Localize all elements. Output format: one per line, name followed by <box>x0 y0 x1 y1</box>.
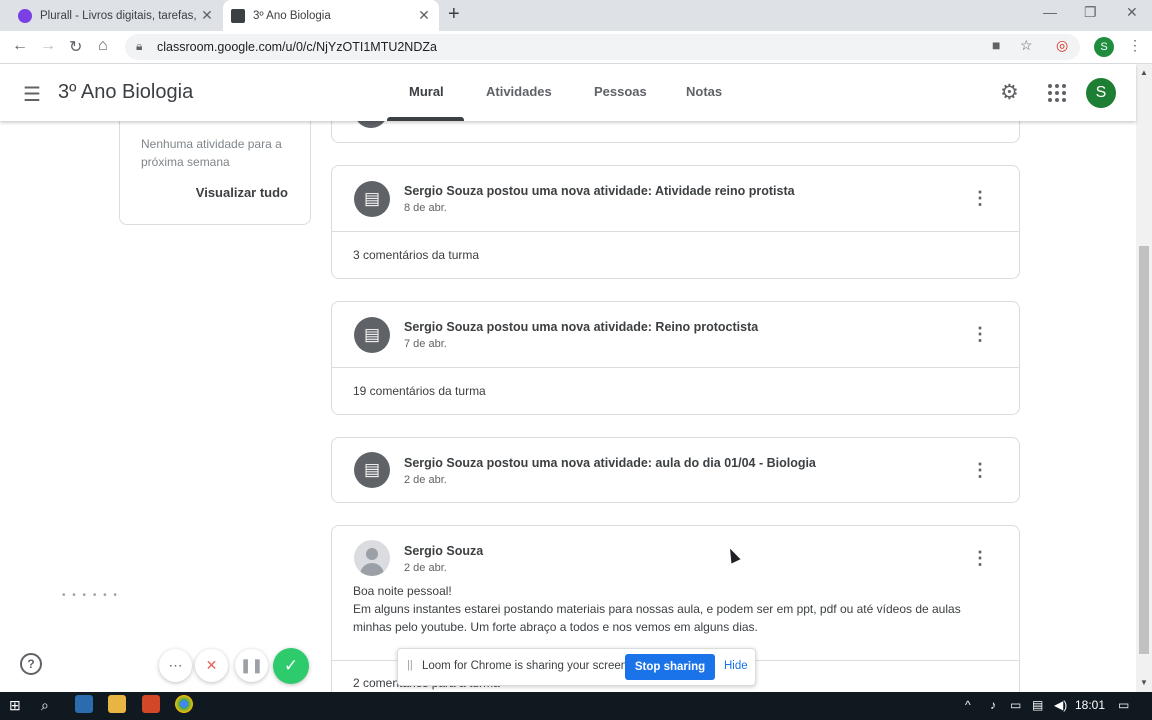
class-comments-link[interactable]: 19 comentários da turma <box>353 384 486 398</box>
network-icon[interactable]: ▤ <box>1032 698 1043 712</box>
extension-icon[interactable]: ◎ <box>1056 37 1068 54</box>
post-author[interactable]: Sergio Souza <box>404 544 483 558</box>
close-window-icon[interactable]: ✕ <box>1126 4 1138 21</box>
browser-tab-plurall[interactable]: Plurall - Livros digitais, tarefas, tu ✕ <box>10 0 222 31</box>
card-date: 8 de abr. <box>404 202 447 214</box>
post-message: Em alguns instantes estarei postando mat… <box>353 602 961 634</box>
assignment-icon: ▤ <box>354 181 390 217</box>
tab-title: Plurall - Livros digitais, tarefas, tu <box>40 9 198 22</box>
minimize-icon[interactable]: — <box>1043 4 1057 20</box>
divider <box>332 231 1019 232</box>
scroll-up-icon[interactable]: ▲ <box>1140 68 1148 77</box>
upcoming-panel: Nenhuma atividade para a próxima semana … <box>119 110 311 225</box>
tab-atividades[interactable]: Atividades <box>486 84 552 99</box>
classroom-favicon-icon <box>231 8 245 23</box>
loom-drag-handle[interactable]: • • • • • • <box>62 590 119 601</box>
browser-toolbar: ← → ↻ ⌂ 🔒︎ classroom.google.com/u/0/c/Nj… <box>0 31 1152 64</box>
windows-start-icon[interactable]: ⊞ <box>9 697 21 714</box>
camera-icon[interactable]: ■ <box>992 37 1000 53</box>
tab-notas[interactable]: Notas <box>686 84 722 99</box>
windows-taskbar: ⊞ ⌕ ^ ♪ ▭ ▤ ◀) 18:01 ▭ <box>0 692 1152 720</box>
more-options-icon[interactable]: ⋮ <box>971 188 989 209</box>
tab-pessoas[interactable]: Pessoas <box>594 84 647 99</box>
card-title[interactable]: Sergio Souza postou uma nova atividade: … <box>404 184 795 198</box>
browser-tab-classroom[interactable]: 3º Ano Biologia ✕ <box>223 0 439 31</box>
browser-menu-icon[interactable]: ⋮ <box>1128 37 1142 54</box>
divider <box>332 367 1019 368</box>
search-icon[interactable]: ⌕ <box>41 697 49 714</box>
forward-icon[interactable]: → <box>40 37 56 55</box>
tab-title: 3º Ano Biologia <box>253 9 331 22</box>
loom-finish-button[interactable]: ✓ <box>273 648 309 684</box>
main-menu-icon[interactable]: ☰ <box>23 82 41 107</box>
stream-card[interactable]: ▤ Sergio Souza postou uma nova atividade… <box>331 437 1020 503</box>
reload-icon[interactable]: ↻ <box>69 37 82 57</box>
browser-tab-strip: Plurall - Livros digitais, tarefas, tu ✕… <box>0 0 1152 31</box>
loom-cancel-button[interactable]: ✕ <box>195 649 228 682</box>
tray-expand-icon[interactable]: ^ <box>965 698 971 712</box>
page-scrollbar[interactable]: ▲ ▼ <box>1136 64 1152 692</box>
tab-mural[interactable]: Mural <box>409 84 444 99</box>
sharing-message: Loom for Chrome is sharing your screen. <box>422 660 631 672</box>
more-options-icon[interactable]: ⋮ <box>971 324 989 345</box>
home-icon[interactable]: ⌂ <box>98 37 108 55</box>
battery-icon[interactable]: ▭ <box>1010 698 1021 712</box>
stream-card[interactable]: ▤ Sergio Souza postou uma nova atividade… <box>331 165 1020 279</box>
assignment-icon: ▤ <box>354 317 390 353</box>
gear-icon[interactable]: ⚙ <box>1000 80 1019 105</box>
close-tab-icon[interactable]: ✕ <box>415 7 433 24</box>
address-bar[interactable]: 🔒︎ classroom.google.com/u/0/c/NjYzOTI1MT… <box>125 34 1080 60</box>
stop-sharing-button[interactable]: Stop sharing <box>625 654 715 680</box>
loom-sharing-banner: || Loom for Chrome is sharing your scree… <box>397 648 756 686</box>
no-upcoming-text: Nenhuma atividade para a próxima semana <box>141 137 282 169</box>
hide-button[interactable]: Hide <box>724 660 748 672</box>
apps-grid-icon[interactable] <box>1048 84 1066 102</box>
browser-profile-avatar[interactable]: S <box>1094 37 1114 57</box>
more-options-icon[interactable]: ⋮ <box>971 548 989 569</box>
clock[interactable]: 18:01 <box>1075 698 1105 712</box>
active-tab-indicator <box>387 117 464 121</box>
close-tab-icon[interactable]: ✕ <box>198 7 216 24</box>
post-body: Boa noite pessoal! Em alguns instantes e… <box>353 582 993 636</box>
class-comments-link[interactable]: 3 comentários da turma <box>353 248 479 262</box>
powerpoint-icon[interactable] <box>142 695 160 713</box>
restore-icon[interactable]: ❐ <box>1084 4 1097 21</box>
loom-more-button[interactable]: ⋯ <box>159 649 192 682</box>
volume-icon[interactable]: ◀) <box>1054 698 1067 712</box>
page-title[interactable]: 3º Ano Biologia <box>58 81 193 104</box>
help-icon[interactable]: ? <box>20 653 42 675</box>
view-all-link[interactable]: Visualizar tudo <box>196 185 288 200</box>
post-greeting: Boa noite pessoal! <box>353 584 452 598</box>
avatar[interactable]: S <box>1086 78 1116 108</box>
plurall-favicon-icon <box>18 8 32 23</box>
card-title[interactable]: Sergio Souza postou uma nova atividade: … <box>404 456 816 470</box>
scroll-down-icon[interactable]: ▼ <box>1140 678 1148 687</box>
card-date: 2 de abr. <box>404 474 447 486</box>
more-options-icon[interactable]: ⋮ <box>971 460 989 481</box>
task-view-icon[interactable] <box>75 695 93 713</box>
author-avatar[interactable] <box>354 540 390 576</box>
card-date: 7 de abr. <box>404 338 447 350</box>
scrollbar-thumb[interactable] <box>1139 246 1149 654</box>
file-explorer-icon[interactable] <box>108 695 126 713</box>
loom-pause-button[interactable]: ❚❚ <box>235 649 268 682</box>
bookmark-star-icon[interactable]: ☆ <box>1020 37 1033 54</box>
lock-icon: 🔒︎ <box>136 39 143 53</box>
drag-grip-icon[interactable]: || <box>407 659 413 671</box>
classroom-header: ☰ 3º Ano Biologia Mural Atividades Pesso… <box>0 64 1136 121</box>
assignment-icon: ▤ <box>354 452 390 488</box>
back-icon[interactable]: ← <box>12 37 28 55</box>
url-text: classroom.google.com/u/0/c/NjYzOTI1MTU2N… <box>157 40 437 54</box>
card-title[interactable]: Sergio Souza postou uma nova atividade: … <box>404 320 758 334</box>
new-tab-icon[interactable]: + <box>448 3 460 26</box>
notifications-icon[interactable]: ▭ <box>1118 698 1129 712</box>
microphone-icon[interactable]: ♪ <box>990 698 996 712</box>
chrome-icon[interactable] <box>175 695 193 713</box>
post-date: 2 de abr. <box>404 562 447 574</box>
stream-card[interactable]: ▤ Sergio Souza postou uma nova atividade… <box>331 301 1020 415</box>
